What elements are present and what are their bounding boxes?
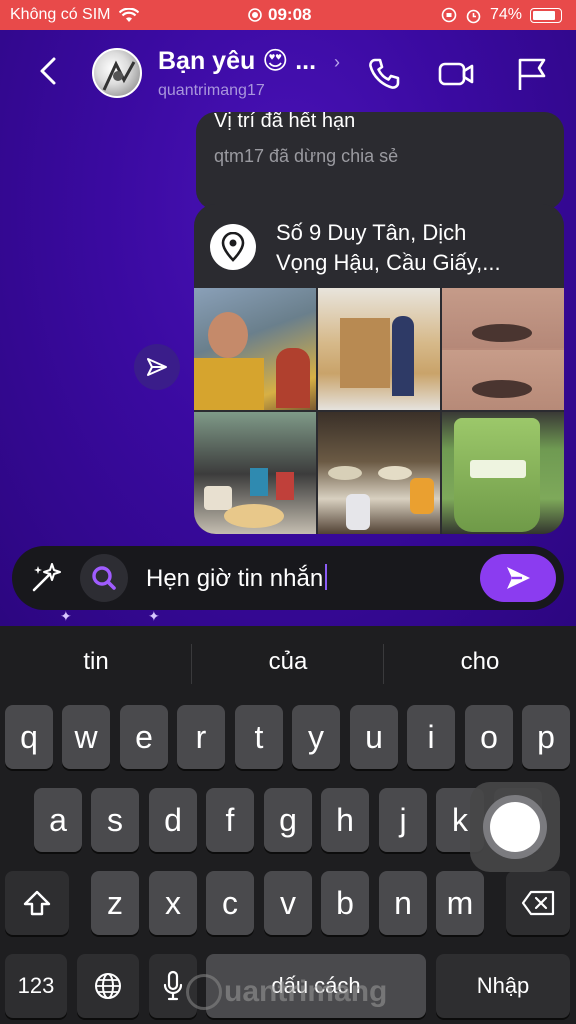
key-s[interactable]: s xyxy=(91,788,139,852)
battery-percent: 74% xyxy=(489,6,522,23)
status-bar: Không có SIM 09:08 74% xyxy=(0,0,576,30)
search-icon xyxy=(92,566,116,590)
location-pin-icon xyxy=(210,224,256,270)
key-b[interactable]: b xyxy=(321,871,369,935)
key-a[interactable]: a xyxy=(34,788,82,852)
sparkle-decoration: ✦ xyxy=(148,608,160,624)
photo-thumbnail[interactable] xyxy=(194,412,316,534)
video-call-icon[interactable] xyxy=(436,54,476,94)
key-o[interactable]: o xyxy=(465,705,513,769)
photo-thumbnail[interactable] xyxy=(318,412,440,534)
photo-thumbnail[interactable] xyxy=(442,412,564,534)
key-u[interactable]: u xyxy=(350,705,398,769)
key-f[interactable]: f xyxy=(206,788,254,852)
watermark-logo-icon xyxy=(186,974,222,1010)
key-i[interactable]: i xyxy=(407,705,455,769)
shift-key[interactable] xyxy=(5,871,69,935)
key-x[interactable]: x xyxy=(149,871,197,935)
photo-thumbnail[interactable] xyxy=(318,288,440,410)
key-d[interactable]: d xyxy=(149,788,197,852)
wifi-icon xyxy=(118,7,139,22)
photo-thumbnail[interactable] xyxy=(442,288,564,410)
alarm-icon xyxy=(466,9,481,23)
send-icon xyxy=(507,567,530,589)
key-p[interactable]: p xyxy=(522,705,570,769)
contact-name[interactable]: Bạn yêu 😍 ... xyxy=(158,46,316,76)
watermark: uantrimang xyxy=(186,968,396,1016)
microphone-icon xyxy=(163,970,183,1001)
key-n[interactable]: n xyxy=(379,871,427,935)
suggestion-bar: tin của cho xyxy=(0,626,576,702)
send-button[interactable] xyxy=(480,554,556,602)
backspace-key[interactable] xyxy=(506,871,570,935)
key-h[interactable]: h xyxy=(321,788,369,852)
back-icon[interactable] xyxy=(36,56,60,86)
suggestion-1[interactable]: tin xyxy=(0,648,192,676)
watermark-text: uantrimang xyxy=(224,975,388,1008)
text-caret xyxy=(325,564,328,590)
key-z[interactable]: z xyxy=(91,871,139,935)
key-g[interactable]: g xyxy=(264,788,312,852)
search-button[interactable] xyxy=(80,554,128,602)
expired-location-message[interactable]: Vị trí đã hết hạn qtm17 đã dừng chia sẻ xyxy=(196,112,564,210)
flag-icon[interactable] xyxy=(512,54,552,94)
message-input[interactable]: Hẹn giờ tin nhắn xyxy=(146,564,328,593)
magic-effects-icon[interactable] xyxy=(28,560,64,596)
address-line-2: Vọng Hậu, Cầu Giấy,... xyxy=(276,250,501,275)
photo-grid xyxy=(194,288,564,534)
key-t[interactable]: t xyxy=(235,705,283,769)
chat-header: Bạn yêu 😍 ... › quantrimang17 xyxy=(0,30,576,116)
suggestion-3[interactable]: cho xyxy=(384,648,576,676)
key-q[interactable]: q xyxy=(5,705,53,769)
location-address: Số 9 Duy Tân, Dịch Vọng Hậu, Cầu Giấy,..… xyxy=(276,218,556,278)
address-line-1: Số 9 Duy Tân, Dịch xyxy=(276,220,467,245)
photo-thumbnail[interactable] xyxy=(194,288,316,410)
expired-title: Vị trí đã hết hạn xyxy=(214,112,356,132)
message-input-text: Hẹn giờ tin nhắn xyxy=(146,565,324,592)
phone-call-icon[interactable] xyxy=(364,54,404,94)
numbers-key[interactable]: 123 xyxy=(5,954,67,1018)
suggestion-2[interactable]: của xyxy=(192,648,384,676)
send-icon xyxy=(147,358,167,376)
assistive-touch-button[interactable] xyxy=(470,782,560,872)
record-icon xyxy=(248,8,262,22)
shift-icon xyxy=(23,890,51,916)
key-j[interactable]: j xyxy=(379,788,427,852)
message-composer: Hẹn giờ tin nhắn xyxy=(12,546,564,610)
globe-icon xyxy=(95,973,121,999)
sparkle-decoration: ✦ xyxy=(60,608,72,624)
key-y[interactable]: y xyxy=(292,705,340,769)
key-r[interactable]: r xyxy=(177,705,225,769)
contact-username[interactable]: quantrimang17 xyxy=(158,82,265,100)
return-key[interactable]: Nhập xyxy=(436,954,570,1018)
backspace-icon xyxy=(521,890,555,916)
chat-area: ✦ ✦ ✦ ✦ ✦ Bạn yêu 😍 ... › quantrimang17 … xyxy=(0,30,576,626)
chevron-right-icon[interactable]: › xyxy=(334,52,340,73)
key-e[interactable]: e xyxy=(120,705,168,769)
rotation-lock-icon xyxy=(441,7,457,23)
forward-button[interactable] xyxy=(134,344,180,390)
expired-subtitle: qtm17 đã dừng chia sẻ xyxy=(214,146,399,166)
status-time: 09:08 xyxy=(268,5,312,24)
globe-key[interactable] xyxy=(77,954,139,1018)
key-c[interactable]: c xyxy=(206,871,254,935)
key-w[interactable]: w xyxy=(62,705,110,769)
avatar[interactable] xyxy=(92,48,142,98)
key-m[interactable]: m xyxy=(436,871,484,935)
battery-icon xyxy=(530,7,562,23)
carrier-label: Không có SIM xyxy=(10,6,111,23)
location-message-card[interactable]: Số 9 Duy Tân, Dịch Vọng Hậu, Cầu Giấy,..… xyxy=(194,204,564,534)
key-v[interactable]: v xyxy=(264,871,312,935)
